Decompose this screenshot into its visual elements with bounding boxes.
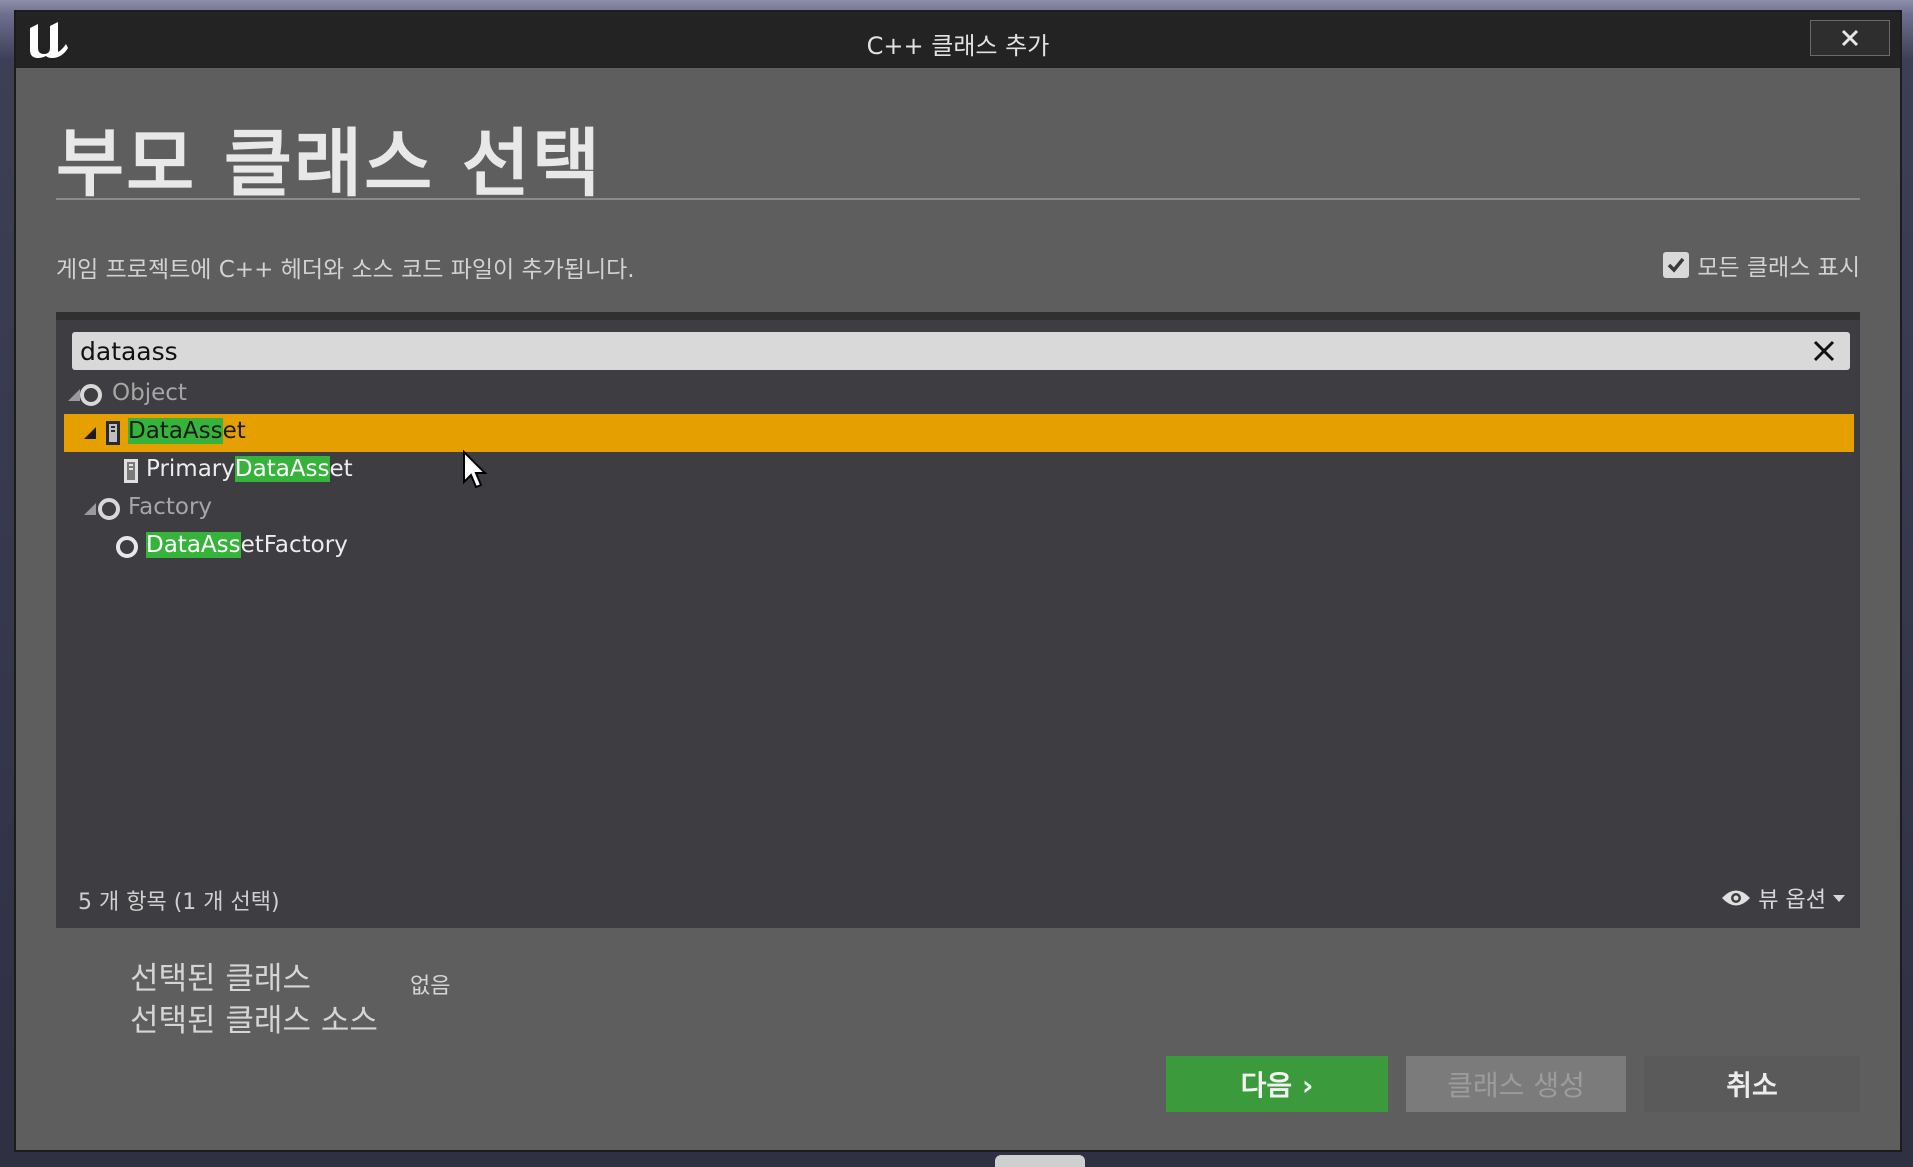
page-title: 부모 클래스 선택 [56, 121, 603, 207]
tree-row-dataassetfactory[interactable]: DataAssetFactory [64, 528, 1854, 566]
cancel-button[interactable]: 취소 [1644, 1056, 1860, 1112]
next-button[interactable]: 다음 › [1166, 1056, 1388, 1112]
tree-item-label: PrimaryDataAsset [146, 456, 353, 482]
mouse-cursor-icon [463, 450, 488, 489]
class-picker-panel: Object DataAsset [56, 312, 1860, 928]
item-count: 5 개 항목 (1 개 선택) [78, 890, 280, 915]
selected-class-label: 선택된 클래스 [130, 961, 311, 997]
window-close-button[interactable] [1810, 20, 1890, 56]
create-class-button[interactable]: 클래스 생성 [1406, 1056, 1626, 1112]
show-all-classes-label: 모든 클래스 표시 [1697, 255, 1860, 281]
tree-row-factory[interactable]: Factory [64, 490, 1854, 528]
circle-class-icon [80, 384, 102, 406]
view-options-label: 뷰 옵션 [1758, 888, 1826, 913]
clear-x-icon [1813, 340, 1835, 362]
checkmark-icon [1668, 257, 1685, 273]
search-input[interactable] [80, 332, 1794, 370]
window-title: C++ 클래스 추가 [866, 32, 1050, 60]
show-all-classes-toggle[interactable]: 모든 클래스 표시 [1663, 248, 1860, 282]
title-divider [56, 198, 1860, 200]
taskbar-tab[interactable] [995, 1155, 1085, 1167]
dropdown-arrow-icon [1833, 895, 1845, 902]
add-cpp-class-dialog: C++ 클래스 추가 부모 클래스 선택 게임 프로젝트에 C++ 헤더와 소스… [14, 10, 1902, 1152]
tree-item-label: DataAssetFactory [146, 532, 348, 558]
tree-row-primarydataasset[interactable]: PrimaryDataAsset [64, 452, 1854, 490]
eye-icon [1722, 890, 1751, 906]
expanded-triangle-icon[interactable] [82, 501, 98, 517]
close-icon [1841, 29, 1859, 47]
title-bar[interactable]: C++ 클래스 추가 [16, 12, 1900, 68]
asset-class-icon [106, 421, 120, 445]
view-options-button[interactable]: 뷰 옵션 [1720, 882, 1846, 914]
tree-item-label: Factory [128, 494, 213, 520]
tree-row-object[interactable]: Object [64, 376, 1854, 414]
selected-class-source-label: 선택된 클래스 소스 [130, 1003, 378, 1039]
asset-class-icon [124, 459, 138, 483]
selected-class-value: 없음 [410, 974, 451, 999]
circle-class-icon [116, 536, 138, 558]
page-description: 게임 프로젝트에 C++ 헤더와 소스 코드 파일이 추가됩니다. [56, 257, 635, 283]
show-all-classes-checkbox[interactable] [1663, 252, 1690, 278]
search-clear-button[interactable] [1810, 337, 1838, 365]
tree-item-label: DataAsset [128, 418, 246, 444]
expanded-triangle-icon[interactable] [82, 425, 98, 441]
selection-info: 선택된 클래스 선택된 클래스 소스 [130, 958, 378, 1042]
circle-class-icon [98, 498, 120, 520]
panel-footer: 5 개 항목 (1 개 선택) 뷰 옵션 [78, 882, 1846, 915]
tree-row-dataasset[interactable]: DataAsset [64, 414, 1854, 452]
search-box[interactable] [72, 332, 1850, 370]
tree-item-label: Object [112, 380, 187, 406]
